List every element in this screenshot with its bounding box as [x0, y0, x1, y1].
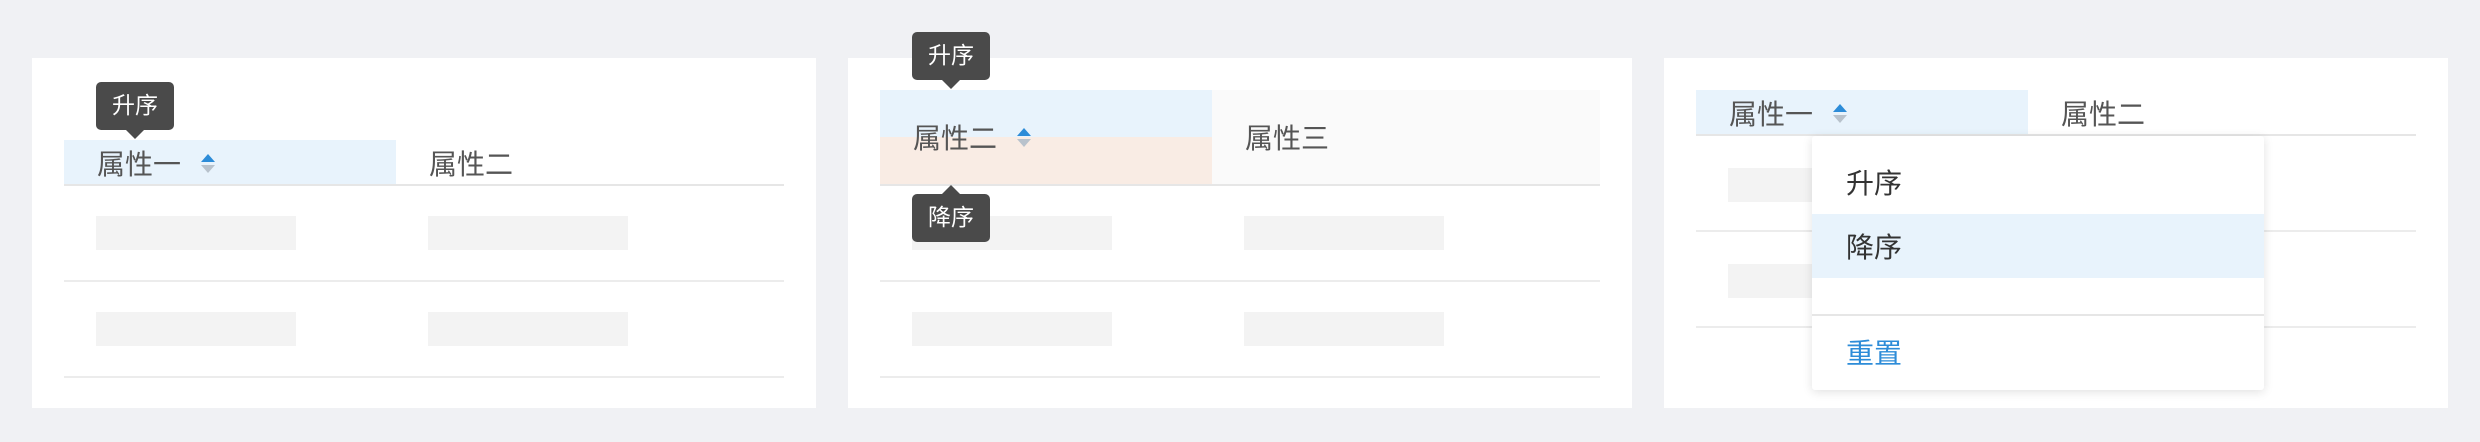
column-header-label: 属性二 — [2061, 98, 2146, 131]
column-header-label: 属性一 — [1729, 98, 1814, 131]
menu-divider — [1812, 314, 2264, 316]
column-header-1[interactable]: 属性一 — [64, 140, 396, 186]
header-divider — [64, 184, 784, 186]
header-divider — [880, 184, 1600, 186]
menu-item-descending[interactable]: 降序 — [1812, 214, 2264, 278]
row-divider — [880, 280, 1600, 282]
column-header-1[interactable]: 属性二 — [880, 90, 1212, 184]
sort-icon[interactable] — [1017, 128, 1032, 148]
menu-item-ascending[interactable]: 升序 — [1812, 150, 2264, 214]
tooltip-ascending: 升序 — [912, 32, 990, 89]
sort-icon[interactable] — [1833, 104, 1848, 124]
reset-button[interactable]: 重置 — [1846, 332, 1902, 372]
column-header-1[interactable]: 属性一 — [1696, 90, 2028, 136]
skeleton-cell — [428, 312, 628, 346]
tooltip-ascending: 升序 — [96, 82, 174, 139]
row-divider — [64, 280, 784, 282]
skeleton-cell — [1244, 216, 1444, 250]
sort-dropdown-menu: 升序 降序 重置 — [1812, 136, 2264, 390]
column-header-label: 属性三 — [1245, 122, 1330, 155]
skeleton-cell — [96, 216, 296, 250]
row-divider — [880, 376, 1600, 378]
column-header-2[interactable]: 属性二 — [396, 140, 784, 186]
row-divider — [64, 376, 784, 378]
column-header-label: 属性二 — [913, 122, 998, 155]
column-header-label: 属性二 — [429, 148, 514, 181]
skeleton-cell — [912, 312, 1112, 346]
tooltip-descending: 降序 — [912, 185, 990, 242]
column-header-2[interactable]: 属性三 — [1212, 90, 1600, 184]
column-header-label: 属性一 — [97, 148, 182, 181]
skeleton-cell — [1244, 312, 1444, 346]
skeleton-cell — [96, 312, 296, 346]
skeleton-cell — [428, 216, 628, 250]
column-header-2[interactable]: 属性二 — [2028, 90, 2416, 136]
sort-icon[interactable] — [201, 154, 216, 174]
